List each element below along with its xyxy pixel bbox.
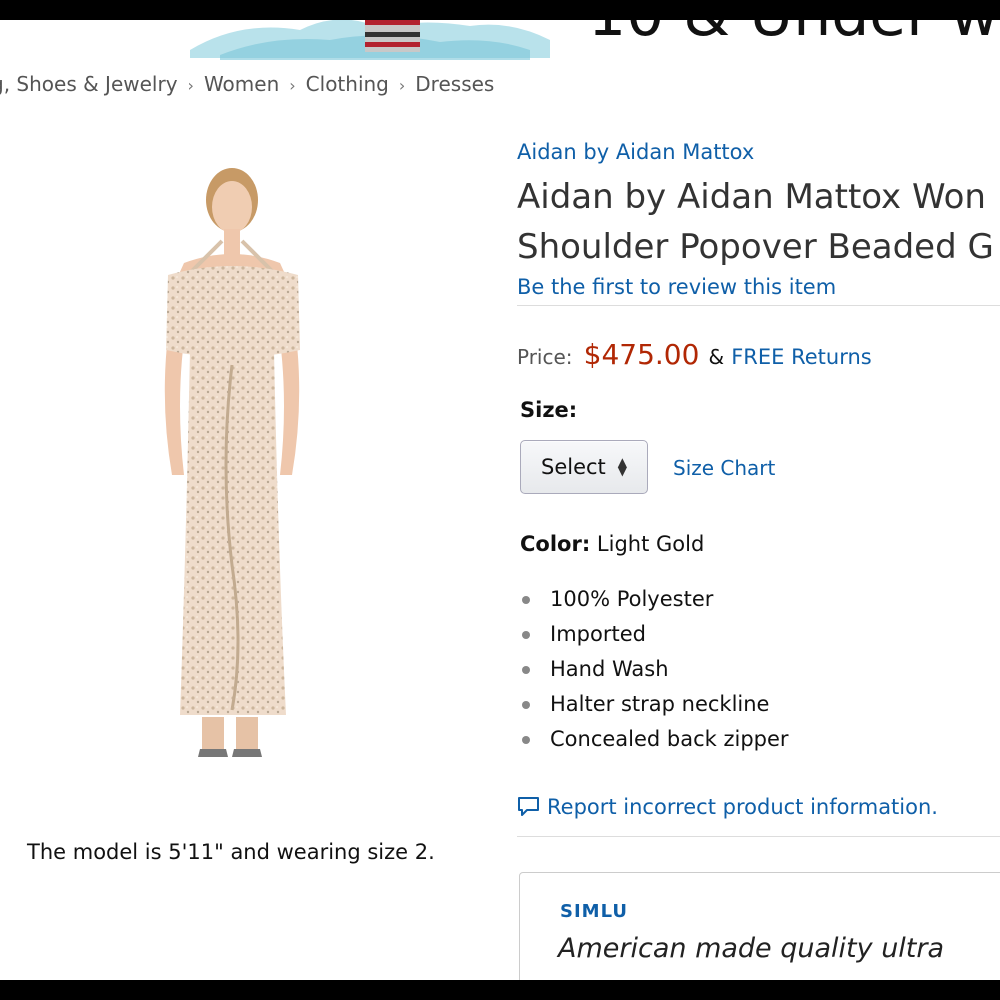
breadcrumb-item-clothing[interactable]: Clothing [306,72,389,96]
feature-text: Concealed back zipper [550,727,789,751]
feature-text: Hand Wash [550,657,669,681]
speech-bubble-icon [518,797,539,816]
list-item: Hand Wash [520,652,789,687]
product-title: Aidan by Aidan Mattox Won Shoulder Popov… [517,172,1000,272]
price-value: $475.00 [583,338,700,371]
report-link-text: Report incorrect product information. [547,795,938,819]
report-incorrect-info-link[interactable]: Report incorrect product information. [517,795,938,819]
product-page: 10 & Under with g, Shoes & Jewelry›Women… [0,20,1000,980]
bullet-icon [522,596,530,604]
divider [517,305,1000,306]
free-returns-link[interactable]: FREE Returns [731,345,872,369]
product-title-line-2: Shoulder Popover Beaded G [517,227,994,267]
model-size-note: The model is 5'11" and wearing size 2. [27,840,435,864]
color-value: Light Gold [596,532,705,556]
select-arrows-icon: ▲ ▼ [617,455,628,478]
breadcrumb: g, Shoes & Jewelry › Women › Clothing › Dresse… [0,72,494,96]
feature-text: Halter strap neckline [550,692,770,716]
product-image[interactable] [150,145,320,775]
list-item: 100% Polyester [520,582,789,617]
feature-text: 100% Polyester [550,587,714,611]
breadcrumb-separator-icon: › [289,76,296,95]
feature-list: 100% Polyester Imported Hand Wash Halter… [520,582,789,757]
sponsored-ad-card[interactable]: SIMLU American made quality ultra [519,872,1000,980]
write-review-link[interactable]: Be the first to review this item [517,275,836,299]
list-item: Concealed back zipper [520,722,789,757]
bullet-icon [522,631,530,639]
ad-tagline[interactable]: American made quality ultra [558,933,944,964]
price-row: Price: $475.00 & FREE Returns [517,338,872,371]
size-chart-link[interactable]: Size Chart [673,456,775,480]
product-title-line-1: Aidan by Aidan Mattox Won [517,177,986,217]
price-label: Price: [517,345,573,369]
breadcrumb-item-women[interactable]: Women [204,72,279,96]
product-details: Aidan by Aidan Mattox Aidan by Aidan Mat… [517,20,1000,980]
bullet-icon [522,701,530,709]
size-label: Size: [520,398,578,422]
ad-brand[interactable]: SIMLU [560,901,628,922]
bullet-icon [522,666,530,674]
breadcrumb-separator-icon: › [187,76,194,95]
list-item: Imported [520,617,789,652]
breadcrumb-item-dresses[interactable]: Dresses [415,72,494,96]
size-select-value: Select [541,455,606,479]
color-label: Color: [520,532,591,556]
price-ampersand: & [708,345,725,369]
size-select[interactable]: Select ▲ ▼ [520,440,648,494]
divider [517,836,1000,837]
feature-text: Imported [550,622,646,646]
breadcrumb-item-shoes-jewelry[interactable]: g, Shoes & Jewelry [0,72,178,96]
color-row: Color: Light Gold [520,532,704,556]
brand-link[interactable]: Aidan by Aidan Mattox [517,140,754,164]
bullet-icon [522,736,530,744]
list-item: Halter strap neckline [520,687,789,722]
breadcrumb-separator-icon: › [398,76,406,95]
banner-art [190,20,550,60]
